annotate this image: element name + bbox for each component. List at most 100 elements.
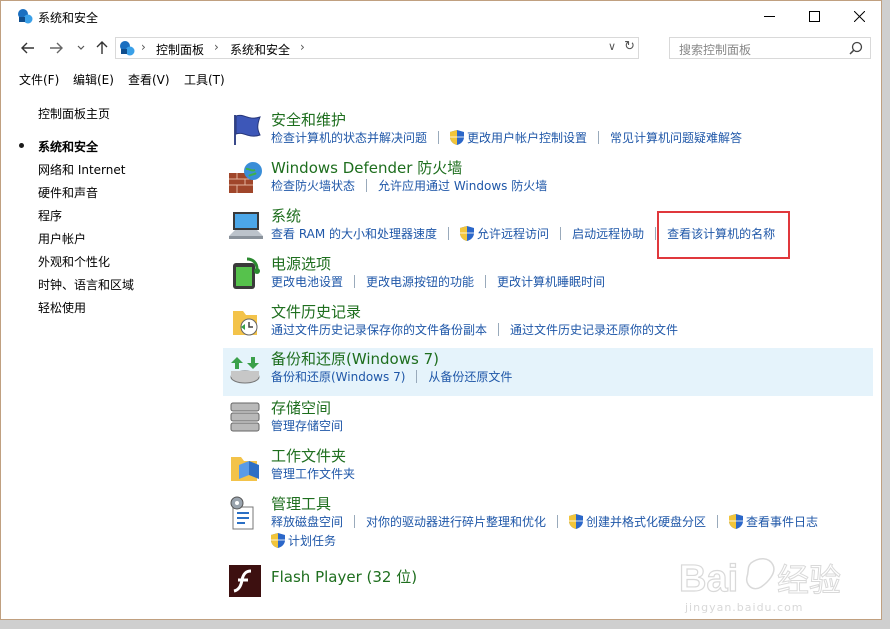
storage-icon — [230, 402, 260, 432]
sidebar-item-label: 程序 — [38, 209, 63, 223]
file-history-icon — [233, 311, 258, 336]
task-link[interactable]: 对你的驱动器进行碎片整理和优化 — [366, 513, 546, 530]
arrow-left-icon — [21, 42, 34, 54]
category-row: 文件历史记录 通过文件历史记录保存你的文件备份副本 通过文件历史记录还原你的文件 — [223, 301, 873, 346]
sidebar-item[interactable]: 网络和 Internet — [38, 161, 134, 184]
task-link[interactable]: 更改电池设置 — [271, 273, 343, 290]
menu-file[interactable]: 文件(F) — [19, 71, 59, 88]
title-bar: 系统和安全 — [1, 1, 881, 33]
task-link-label: 通过文件历史记录保存你的文件备份副本 — [271, 323, 488, 337]
category-title[interactable]: 备份和还原(Windows 7) — [271, 348, 439, 369]
task-link[interactable]: 更改用户帐户控制设置 — [450, 129, 587, 146]
task-link-row: 检查防火墙状态 允许应用通过 Windows 防火墙 — [271, 177, 547, 194]
task-link[interactable]: 允许远程访问 — [460, 225, 549, 242]
category-title[interactable]: 文件历史记录 — [271, 301, 361, 322]
sidebar-item[interactable]: 轻松使用 — [38, 299, 134, 322]
arrow-right-icon — [50, 42, 63, 54]
uac-shield-icon — [569, 514, 584, 529]
task-link-label: 允许应用通过 Windows 防火墙 — [378, 179, 548, 193]
chevron-down-icon — [77, 45, 85, 50]
category-title[interactable]: 安全和维护 — [271, 109, 346, 130]
task-link[interactable]: 从备份还原文件 — [428, 368, 512, 385]
task-link[interactable]: 通过文件历史记录还原你的文件 — [510, 321, 678, 338]
category-title[interactable]: 电源选项 — [271, 253, 331, 274]
category-title[interactable]: Windows Defender 防火墙 — [271, 157, 462, 178]
address-bar[interactable]: › 控制面板 › 系统和安全 › ∨ ↻ — [115, 37, 639, 59]
back-button[interactable] — [18, 38, 38, 58]
task-link[interactable]: 备份和还原(Windows 7) — [271, 368, 405, 385]
link-separator — [485, 275, 487, 288]
category-title[interactable]: 系统 — [271, 205, 301, 226]
task-link-row: 释放磁盘空间 对你的驱动器进行碎片整理和优化 创建并格式化硬盘分区 查看事件日志 — [271, 513, 818, 530]
menu-view[interactable]: 查看(V) — [128, 71, 170, 88]
sidebar-item[interactable]: 时钟、语言和区域 — [38, 276, 134, 299]
task-link-label: 常见计算机问题疑难解答 — [610, 131, 743, 145]
category-row: 存储空间 管理存储空间 — [223, 397, 873, 442]
task-link-row: 管理存储空间 — [271, 417, 343, 434]
task-link-row: 更改电池设置 更改电源按钮的功能 更改计算机睡眠时间 — [271, 273, 605, 290]
task-link[interactable]: 创建并格式化硬盘分区 — [569, 513, 706, 530]
sidebar-item[interactable]: 外观和个性化 — [38, 253, 134, 276]
task-link[interactable]: 查看事件日志 — [729, 513, 818, 530]
minimize-button[interactable] — [747, 1, 792, 31]
svg-text:Bai: Bai — [679, 558, 738, 600]
task-link[interactable]: 检查计算机的状态并解决问题 — [271, 129, 427, 146]
task-link[interactable]: 释放磁盘空间 — [271, 513, 343, 530]
task-link[interactable]: 查看 RAM 的大小和处理器速度 — [271, 225, 437, 242]
task-link[interactable]: 启动远程协助 — [572, 225, 644, 242]
task-link[interactable]: 管理存储空间 — [271, 417, 343, 434]
maximize-button[interactable] — [792, 1, 837, 31]
category-title[interactable]: Flash Player (32 位) — [271, 566, 417, 587]
address-dropdown-icon[interactable]: ∨ — [608, 40, 616, 53]
uac-shield-icon — [729, 514, 744, 529]
recent-locations-button[interactable] — [71, 38, 91, 58]
chevron-right-icon: › — [141, 40, 146, 54]
sidebar-item[interactable]: 程序 — [38, 207, 134, 230]
task-link[interactable]: 常见计算机问题疑难解答 — [610, 129, 742, 146]
task-link-label: 通过文件历史记录还原你的文件 — [510, 323, 679, 337]
sidebar-home-link[interactable]: 控制面板主页 — [38, 105, 110, 122]
category-title[interactable]: 管理工具 — [271, 493, 331, 514]
sidebar-item[interactable]: 用户帐户 — [38, 230, 134, 253]
category-title[interactable]: 存储空间 — [271, 397, 331, 418]
task-link-row: 计划任务 — [271, 532, 336, 549]
task-link[interactable]: 允许应用通过 Windows 防火墙 — [378, 177, 547, 194]
search-icon[interactable] — [849, 41, 863, 55]
search-input[interactable]: 搜索控制面板 — [669, 37, 871, 59]
task-link-label: 检查计算机的状态并解决问题 — [271, 131, 428, 145]
task-link[interactable]: 更改计算机睡眠时间 — [497, 273, 605, 290]
window-title: 系统和安全 — [38, 11, 99, 25]
link-separator — [354, 275, 356, 288]
task-link-label: 更改用户帐户控制设置 — [467, 131, 588, 145]
task-link-row: 管理工作文件夹 — [271, 465, 355, 482]
task-link[interactable]: 计划任务 — [271, 532, 336, 549]
sidebar-item[interactable]: 硬件和声音 — [38, 184, 134, 207]
menu-tools[interactable]: 工具(T) — [184, 71, 225, 88]
task-link[interactable]: 更改电源按钮的功能 — [366, 273, 474, 290]
refresh-icon[interactable]: ↻ — [624, 39, 635, 54]
task-link[interactable]: 通过文件历史记录保存你的文件备份副本 — [271, 321, 487, 338]
task-link[interactable]: 检查防火墙状态 — [271, 177, 355, 194]
link-separator — [557, 515, 559, 528]
work-folder-icon — [231, 457, 259, 481]
breadcrumb-system-security[interactable]: 系统和安全 — [230, 41, 290, 58]
link-separator — [655, 227, 657, 240]
task-link-label: 更改计算机睡眠时间 — [497, 275, 606, 289]
link-separator — [717, 515, 719, 528]
flag-icon — [234, 114, 261, 145]
breadcrumb-control-panel[interactable]: 控制面板 — [156, 41, 204, 58]
menu-edit[interactable]: 编辑(E) — [73, 71, 114, 88]
task-link[interactable]: 管理工作文件夹 — [271, 465, 355, 482]
close-button[interactable] — [837, 1, 882, 31]
category-title[interactable]: 工作文件夹 — [271, 445, 346, 466]
minimize-icon — [764, 15, 775, 17]
task-link-label: 查看 RAM 的大小和处理器速度 — [271, 227, 438, 241]
sidebar-item[interactable]: 系统和安全 — [19, 138, 134, 161]
task-link-label: 允许远程访问 — [477, 227, 550, 241]
task-link-label: 管理工作文件夹 — [271, 467, 356, 481]
forward-button[interactable] — [46, 38, 66, 58]
link-separator — [416, 370, 418, 383]
up-button[interactable] — [92, 38, 112, 58]
task-link-label: 管理存储空间 — [271, 419, 344, 433]
sidebar-item-label: 轻松使用 — [38, 301, 87, 315]
